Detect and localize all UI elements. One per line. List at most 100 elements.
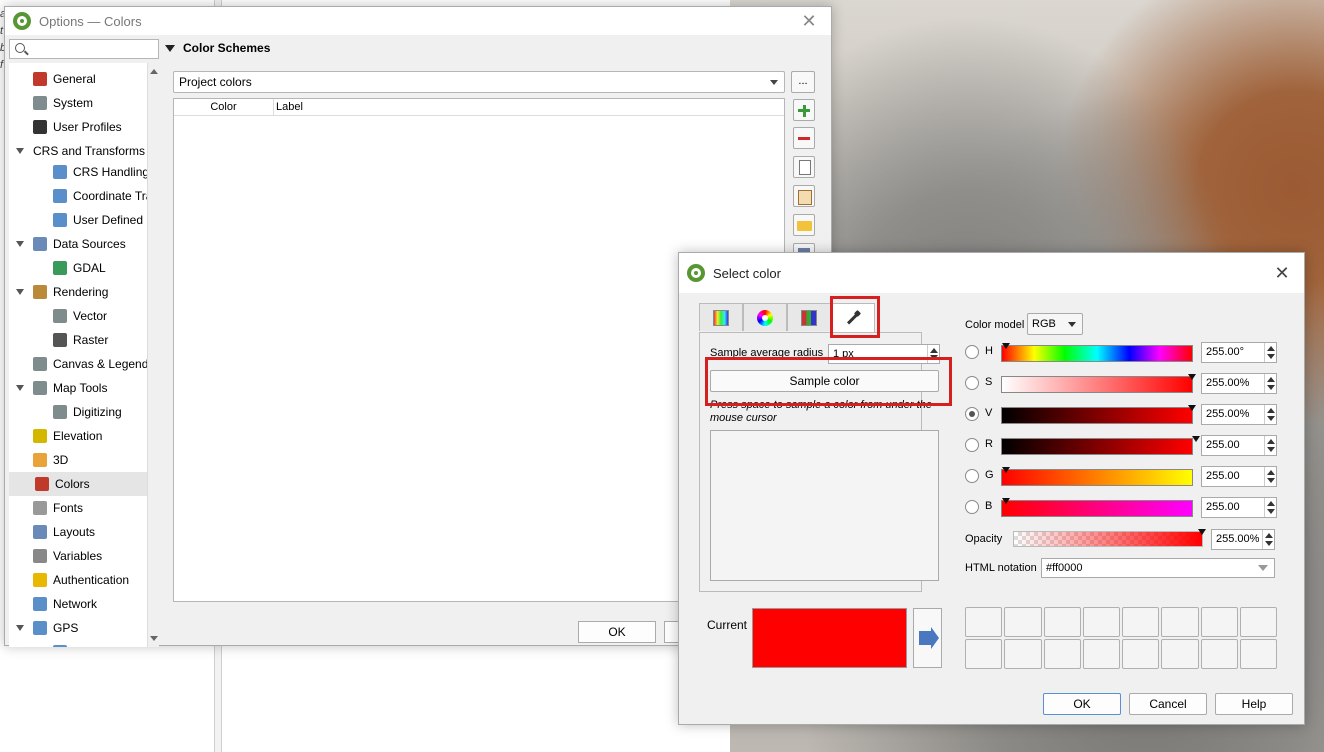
spin-arrows-icon[interactable] — [1264, 405, 1276, 424]
spin-arrows-icon[interactable] — [1264, 467, 1276, 486]
paste-colors-button[interactable] — [793, 185, 815, 207]
tree-item-map-tools[interactable]: Map Tools — [33, 376, 107, 400]
options-close-button[interactable]: ✕ — [797, 9, 821, 33]
component-slider-h[interactable] — [1001, 343, 1193, 362]
sample-radius-spinbox[interactable]: 1 px — [828, 344, 940, 364]
swatch-cell[interactable] — [1239, 639, 1277, 669]
slider-handle-icon[interactable] — [1188, 374, 1196, 380]
tree-item-gdal[interactable]: GDAL — [53, 256, 106, 280]
swatch-cell[interactable] — [1200, 639, 1238, 669]
import-colors-button[interactable] — [793, 214, 815, 236]
spin-arrows-icon[interactable] — [1264, 343, 1276, 362]
tree-item-authentication[interactable]: Authentication — [33, 568, 129, 592]
cancel-button[interactable]: Cancel — [1129, 693, 1207, 715]
swatch-cell[interactable] — [1200, 607, 1238, 637]
tree-item-digitizing[interactable]: Digitizing — [53, 400, 122, 424]
component-slider-s[interactable] — [1001, 374, 1196, 393]
slider-handle-icon[interactable] — [1002, 343, 1010, 349]
spin-arrows-icon[interactable] — [1262, 530, 1274, 549]
color-schemes-header[interactable]: Color Schemes — [165, 41, 270, 55]
options-search-input[interactable] — [9, 39, 159, 59]
slider-handle-icon[interactable] — [1188, 405, 1196, 411]
component-spinbox-r[interactable]: 255.00 — [1201, 435, 1277, 456]
expand-arrow-icon[interactable] — [16, 148, 24, 154]
tree-item-network[interactable]: Network — [33, 592, 97, 616]
spin-arrows-icon[interactable] — [1264, 498, 1276, 517]
tree-item-system[interactable]: System — [33, 91, 93, 115]
swatch-cell[interactable] — [1161, 639, 1199, 669]
component-slider-r[interactable] — [1001, 436, 1200, 455]
add-color-button[interactable] — [793, 99, 815, 121]
spin-arrows-icon[interactable] — [1264, 436, 1276, 455]
tree-item-data-sources[interactable]: Data Sources — [33, 232, 126, 256]
expand-arrow-icon[interactable] — [16, 289, 24, 295]
slider-handle-icon[interactable] — [1198, 529, 1206, 535]
component-spinbox-g[interactable]: 255.00 — [1201, 466, 1277, 487]
remove-color-button[interactable] — [793, 127, 815, 149]
tree-item-rendering[interactable]: Rendering — [33, 280, 108, 304]
slider-handle-icon[interactable] — [1192, 436, 1200, 442]
component-slider-v[interactable] — [1001, 405, 1196, 424]
component-spinbox-b[interactable]: 255.00 — [1201, 497, 1277, 518]
tree-item-gpsbabel[interactable]: GPSBabel — [53, 640, 129, 647]
swatch-cell[interactable] — [1082, 639, 1120, 669]
copy-colors-button[interactable] — [793, 156, 815, 178]
swatch-cell[interactable] — [1082, 607, 1120, 637]
slider-handle-icon[interactable] — [1002, 498, 1010, 504]
column-color[interactable]: Color — [174, 99, 274, 115]
tree-item-crs-handling[interactable]: CRS Handling — [53, 160, 147, 184]
swatch-cell[interactable] — [1004, 607, 1042, 637]
close-icon[interactable]: ✕ — [1270, 261, 1294, 285]
tree-item-3d[interactable]: 3D — [33, 448, 68, 472]
column-label[interactable]: Label — [274, 99, 784, 115]
tree-item-gps[interactable]: GPS — [33, 616, 78, 640]
component-slider-b[interactable] — [1001, 498, 1193, 517]
component-radio-g[interactable] — [965, 469, 979, 483]
color-model-select[interactable]: RGB — [1027, 313, 1083, 335]
swatch-cell[interactable] — [1043, 607, 1081, 637]
scroll-down-icon[interactable] — [150, 636, 158, 641]
swatch-cell[interactable] — [1004, 639, 1042, 669]
component-radio-s[interactable] — [965, 376, 979, 390]
help-button[interactable]: Help — [1215, 693, 1293, 715]
tree-item-colors[interactable]: Colors — [9, 472, 147, 496]
tree-item-general[interactable]: General — [33, 67, 96, 91]
opacity-spinbox[interactable]: 255.00% — [1211, 529, 1275, 550]
expand-arrow-icon[interactable] — [16, 241, 24, 247]
swatch-cell[interactable] — [1122, 607, 1160, 637]
component-spinbox-v[interactable]: 255.00% — [1201, 404, 1277, 425]
component-radio-b[interactable] — [965, 500, 979, 514]
html-notation-field[interactable]: #ff0000 — [1041, 558, 1275, 578]
expand-arrow-icon[interactable] — [16, 385, 24, 391]
tab-color-ramp[interactable] — [699, 303, 743, 331]
tree-item-raster[interactable]: Raster — [53, 328, 108, 352]
tree-item-user-profiles[interactable]: User Profiles — [33, 115, 122, 139]
spin-arrows-icon[interactable] — [1264, 374, 1276, 393]
tree-item-coordinate-tra[interactable]: Coordinate Tra — [53, 184, 147, 208]
component-spinbox-h[interactable]: 255.00° — [1201, 342, 1277, 363]
swatch-cell[interactable] — [965, 607, 1003, 637]
component-slider-g[interactable] — [1001, 467, 1193, 486]
sample-color-button[interactable]: Sample color — [710, 370, 939, 392]
tree-item-fonts[interactable]: Fonts — [33, 496, 83, 520]
component-radio-r[interactable] — [965, 438, 979, 452]
options-ok-button[interactable]: OK — [578, 621, 656, 643]
tree-item-elevation[interactable]: Elevation — [33, 424, 102, 448]
component-spinbox-s[interactable]: 255.00% — [1201, 373, 1277, 394]
component-radio-h[interactable] — [965, 345, 979, 359]
opacity-slider[interactable] — [1013, 529, 1206, 547]
scheme-more-button[interactable]: ... — [791, 71, 815, 93]
swatch-cell[interactable] — [1239, 607, 1277, 637]
tree-item-user-defined-c[interactable]: User Defined C — [53, 208, 147, 232]
swatch-cell[interactable] — [1122, 639, 1160, 669]
slider-handle-icon[interactable] — [1002, 467, 1010, 473]
expand-arrow-icon[interactable] — [16, 625, 24, 631]
component-radio-v[interactable] — [965, 407, 979, 421]
ok-button[interactable]: OK — [1043, 693, 1121, 715]
tab-color-picker[interactable] — [831, 303, 875, 334]
tree-item-layouts[interactable]: Layouts — [33, 520, 95, 544]
swatch-cell[interactable] — [1161, 607, 1199, 637]
swatch-cell[interactable] — [1043, 639, 1081, 669]
options-tree-scrollbar[interactable] — [147, 63, 159, 647]
tree-item-canvas-legend[interactable]: Canvas & Legend — [33, 352, 147, 376]
